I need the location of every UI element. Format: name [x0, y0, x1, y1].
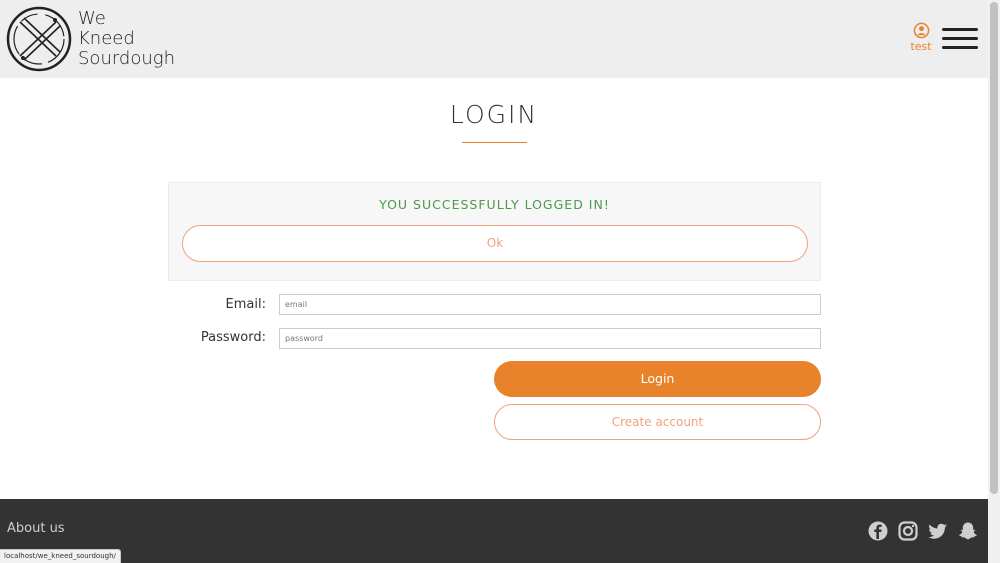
status-bar-url: localhost/we_kneed_sourdough/: [0, 549, 121, 563]
about-us-link[interactable]: About us: [7, 521, 65, 536]
site-header: We Kneed Sourdough test: [0, 0, 988, 78]
title-divider: [462, 142, 527, 143]
logo-line-3: Sourdough: [78, 48, 175, 69]
email-label: Email:: [225, 297, 266, 312]
scrollbar-thumb[interactable]: [990, 2, 998, 494]
site-footer: About us: [0, 499, 988, 563]
scrollbar[interactable]: [988, 0, 1000, 563]
user-name: test: [910, 40, 932, 53]
twitter-icon[interactable]: [928, 521, 948, 541]
password-field[interactable]: [279, 328, 821, 349]
logo-line-1: We: [78, 8, 106, 29]
email-field[interactable]: [279, 294, 821, 315]
logo-line-2: Kneed: [78, 28, 135, 49]
logo-text[interactable]: We Kneed Sourdough: [78, 9, 175, 69]
login-button[interactable]: Login: [494, 361, 821, 397]
page-title: LOGIN: [449, 100, 539, 129]
alert-message: YOU SUCCESSFULLY LOGGED IN!: [379, 197, 610, 212]
facebook-icon[interactable]: [868, 521, 888, 541]
user-circle-icon: [913, 22, 929, 39]
instagram-icon[interactable]: [898, 521, 918, 541]
success-alert: YOU SUCCESSFULLY LOGGED IN! Ok: [168, 182, 821, 281]
snapchat-icon[interactable]: [958, 521, 978, 541]
user-account-button[interactable]: test: [906, 22, 936, 53]
ok-button[interactable]: Ok: [182, 225, 808, 262]
logo-icon[interactable]: [6, 6, 72, 72]
password-label: Password:: [200, 330, 266, 345]
create-account-button[interactable]: Create account: [494, 404, 821, 440]
menu-hamburger-icon[interactable]: [942, 28, 978, 52]
